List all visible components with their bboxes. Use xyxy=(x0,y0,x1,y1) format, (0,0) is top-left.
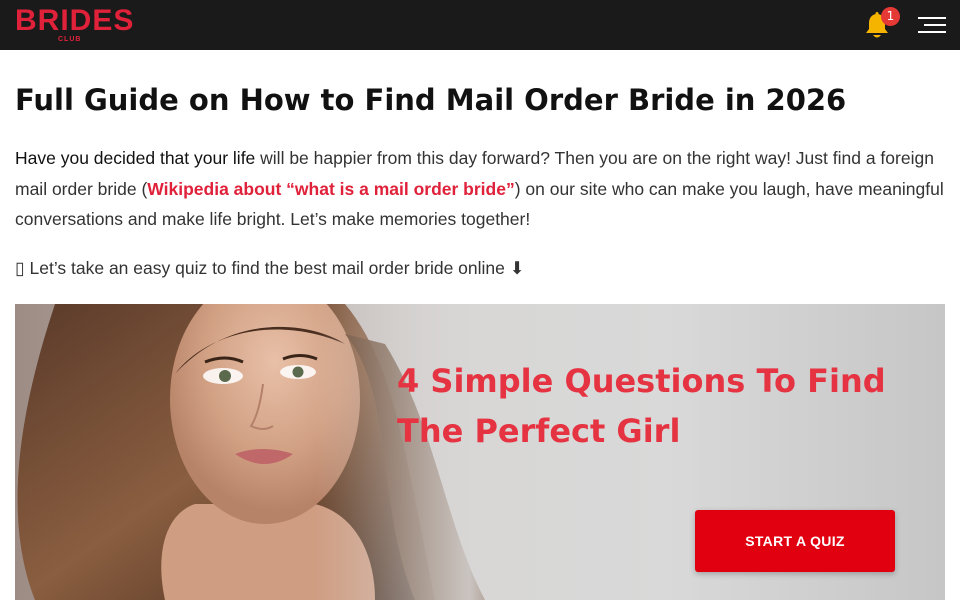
wikipedia-link[interactable]: Wikipedia about “what is a mail order br… xyxy=(147,179,514,199)
intro-text-lead: Have you decided that your life xyxy=(15,148,256,168)
top-navigation-bar: BRIDES CLUB 1 xyxy=(0,0,960,50)
logo-subtext: CLUB xyxy=(58,36,82,43)
intro-paragraph: Have you decided that your life will be … xyxy=(15,143,945,235)
page-title: Full Guide on How to Find Mail Order Bri… xyxy=(15,83,847,117)
logo-text: BRIDES xyxy=(15,4,135,37)
banner-heading: 4 Simple Questions To Find The Perfect G… xyxy=(397,362,886,450)
start-quiz-button[interactable]: START A QUIZ xyxy=(695,510,895,572)
quiz-banner: 4 Simple Questions To Find The Perfect G… xyxy=(15,304,945,600)
site-logo[interactable]: BRIDES CLUB xyxy=(15,4,133,46)
missing-glyph-icon: ▯ xyxy=(15,258,25,278)
hamburger-menu-icon[interactable] xyxy=(918,14,946,36)
quiz-prompt: ▯ Let’s take an easy quiz to find the be… xyxy=(15,254,945,282)
notification-badge: 1 xyxy=(881,7,900,26)
quiz-prompt-text: Let’s take an easy quiz to find the best… xyxy=(24,258,525,278)
